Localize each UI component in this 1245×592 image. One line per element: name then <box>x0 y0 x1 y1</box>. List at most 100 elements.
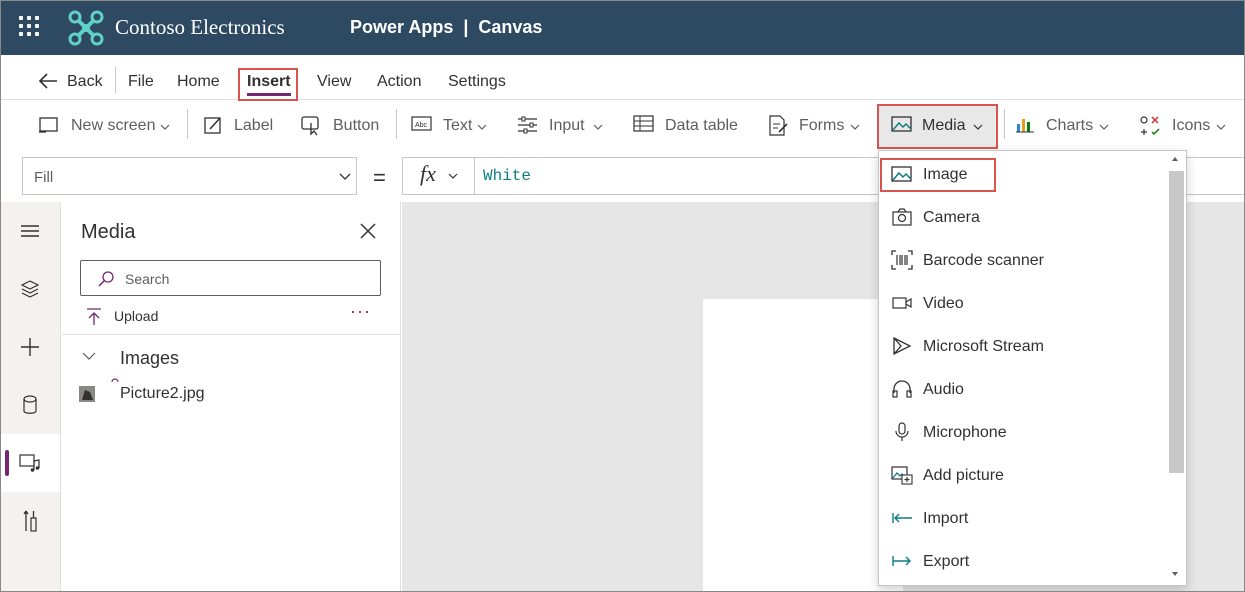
media-button[interactable]: Media <box>922 117 966 135</box>
chevron-down-icon <box>477 124 487 130</box>
tools-icon <box>23 510 37 532</box>
forms-button[interactable]: Forms <box>799 117 844 135</box>
media-item-label: Camera <box>923 209 980 226</box>
media-library-icon <box>19 454 40 472</box>
app-window: Contoso Electronics Power Apps | Canvas … <box>0 0 1245 592</box>
media-dropdown-menu: Image Camera Barcode scanner Video Micro… <box>878 150 1187 586</box>
import-icon <box>892 513 912 523</box>
media-item-label: Microphone <box>923 424 1007 441</box>
media-icon <box>891 116 912 132</box>
export-icon <box>892 556 911 566</box>
rail-tree-view[interactable] <box>1 260 60 318</box>
search-placeholder: Search <box>125 271 170 287</box>
menu-view[interactable]: View <box>317 73 351 91</box>
charts-icon <box>1016 119 1034 133</box>
rail-advanced-tools[interactable] <box>1 492 60 550</box>
fx-button[interactable] <box>402 157 475 195</box>
hamburger-icon <box>21 225 39 237</box>
database-icon <box>23 395 37 414</box>
toolbar-divider <box>187 109 188 139</box>
button-button[interactable]: Button <box>333 117 379 135</box>
loading-spinner-icon <box>111 378 119 383</box>
barcode-icon <box>891 250 913 270</box>
menu-settings[interactable]: Settings <box>448 73 506 91</box>
property-dropdown[interactable]: Fill <box>22 157 357 195</box>
menu-file[interactable]: File <box>128 73 154 91</box>
media-item-barcode-scanner[interactable]: Barcode scanner <box>879 239 1167 282</box>
rail-media[interactable] <box>1 434 60 492</box>
chevron-down-icon <box>1099 124 1109 130</box>
plus-icon <box>21 338 39 356</box>
search-input[interactable]: Search <box>80 260 381 296</box>
search-icon <box>98 271 114 287</box>
images-section-header[interactable]: Images <box>120 348 179 369</box>
file-item[interactable]: Picture2.jpg <box>120 385 205 403</box>
new-screen-button[interactable]: New screen <box>71 117 155 135</box>
media-item-add-picture[interactable]: Add picture <box>879 454 1167 497</box>
label-button[interactable]: Label <box>234 117 273 135</box>
media-panel: Media Search Upload ··· Images Picture2.… <box>62 202 401 591</box>
add-picture-icon <box>891 466 913 485</box>
chevron-down-icon <box>448 173 458 179</box>
app-launcher-icon[interactable] <box>19 16 41 38</box>
text-button[interactable]: Text <box>443 117 472 135</box>
image-thumbnail-icon <box>79 386 95 402</box>
insert-highlight-box <box>238 68 298 101</box>
media-item-audio[interactable]: Audio <box>879 368 1167 411</box>
forms-icon <box>769 115 788 136</box>
charts-button[interactable]: Charts <box>1046 117 1093 135</box>
app-screen[interactable] <box>703 299 903 591</box>
brand-name: Contoso Electronics <box>115 15 285 39</box>
more-options-button[interactable]: ··· <box>350 301 371 322</box>
media-item-camera[interactable]: Camera <box>879 196 1167 239</box>
equals-sign: = <box>373 165 386 190</box>
chevron-down-icon[interactable] <box>82 351 96 361</box>
text-icon: Abc <box>411 116 432 131</box>
media-item-microsoft-stream[interactable]: Microsoft Stream <box>879 325 1167 368</box>
rail-insert[interactable] <box>1 318 60 376</box>
button-icon <box>301 116 319 136</box>
app-title: Power Apps | Canvas <box>350 17 543 37</box>
scrollbar-thumb[interactable] <box>1169 171 1184 473</box>
camera-icon <box>892 208 912 226</box>
formula-value: White <box>483 167 532 185</box>
top-header: Contoso Electronics Power Apps | Canvas <box>1 1 1244 55</box>
input-icon <box>518 116 537 134</box>
media-item-export[interactable]: Export <box>879 540 1167 583</box>
scroll-up-icon[interactable] <box>1171 155 1179 163</box>
stream-icon <box>893 336 912 356</box>
menu-action[interactable]: Action <box>377 73 421 91</box>
data-table-icon <box>633 115 654 132</box>
menu-divider <box>115 67 116 93</box>
media-item-video[interactable]: Video <box>879 282 1167 325</box>
media-item-import[interactable]: Import <box>879 497 1167 540</box>
input-button[interactable]: Input <box>549 117 585 135</box>
media-item-microphone[interactable]: Microphone <box>879 411 1167 454</box>
back-button[interactable]: Back <box>67 73 103 91</box>
upload-icon <box>87 308 101 325</box>
rail-data[interactable] <box>1 376 60 434</box>
image-item-highlight-box <box>880 158 996 192</box>
back-arrow-icon[interactable] <box>37 71 59 91</box>
svg-text:Abc: Abc <box>415 122 428 129</box>
menu-home[interactable]: Home <box>177 73 220 91</box>
media-item-label: Import <box>923 510 969 527</box>
rail-menu[interactable] <box>1 202 60 260</box>
label-icon <box>204 117 221 134</box>
panel-divider <box>62 334 401 335</box>
close-icon[interactable] <box>359 222 377 240</box>
data-table-button[interactable]: Data table <box>665 117 738 135</box>
icons-button[interactable]: Icons <box>1172 117 1210 135</box>
scroll-down-icon[interactable] <box>1171 570 1179 578</box>
media-item-label: Add picture <box>923 467 1004 484</box>
fx-label: fx <box>420 161 436 186</box>
chevron-down-icon <box>1216 124 1226 130</box>
toolbar-divider <box>1004 109 1005 139</box>
media-item-label: Microsoft Stream <box>923 338 1044 355</box>
headphones-icon <box>892 380 912 398</box>
chevron-down-icon <box>160 124 170 130</box>
media-item-label: Video <box>923 295 964 312</box>
media-item-label: Audio <box>923 381 964 398</box>
chevron-down-icon <box>973 124 983 130</box>
upload-button[interactable]: Upload <box>114 308 158 324</box>
